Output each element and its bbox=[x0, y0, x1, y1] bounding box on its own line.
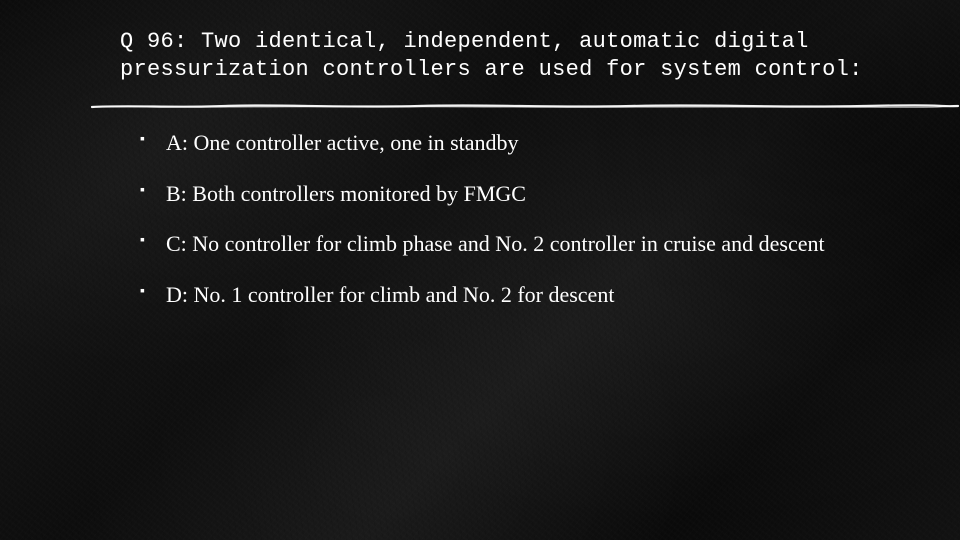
option-a: A: One controller active, one in standby bbox=[140, 129, 900, 158]
option-text: C: No controller for climb phase and No.… bbox=[166, 231, 825, 256]
slide: Q 96: Two identical, independent, automa… bbox=[0, 0, 960, 540]
option-text: D: No. 1 controller for climb and No. 2 … bbox=[166, 282, 614, 307]
option-text: B: Both controllers monitored by FMGC bbox=[166, 181, 526, 206]
chalk-line-icon bbox=[90, 101, 960, 111]
question-title: Q 96: Two identical, independent, automa… bbox=[120, 28, 900, 83]
option-d: D: No. 1 controller for climb and No. 2 … bbox=[140, 281, 900, 310]
divider-line bbox=[90, 101, 960, 111]
option-text: A: One controller active, one in standby bbox=[166, 130, 519, 155]
option-b: B: Both controllers monitored by FMGC bbox=[140, 180, 900, 209]
answer-options-list: A: One controller active, one in standby… bbox=[120, 129, 900, 309]
option-c: C: No controller for climb phase and No.… bbox=[140, 230, 900, 259]
